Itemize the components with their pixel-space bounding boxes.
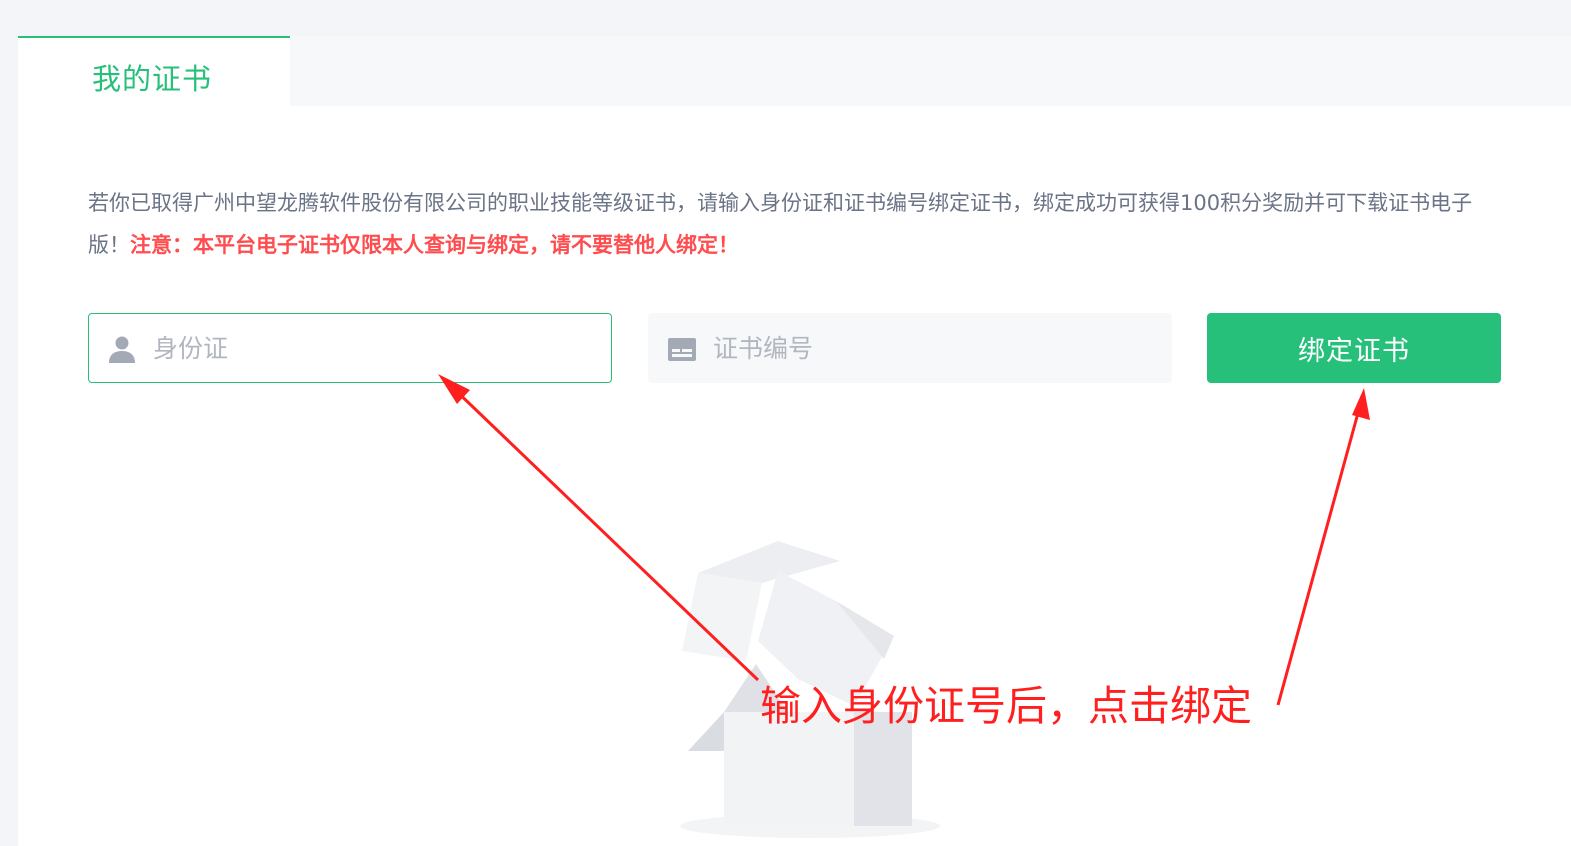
arrow-to-bind-button (1276, 388, 1370, 706)
annotation-text: 输入身份证号后，点击绑定 (760, 682, 1252, 730)
arrow-to-id-field (438, 374, 760, 682)
